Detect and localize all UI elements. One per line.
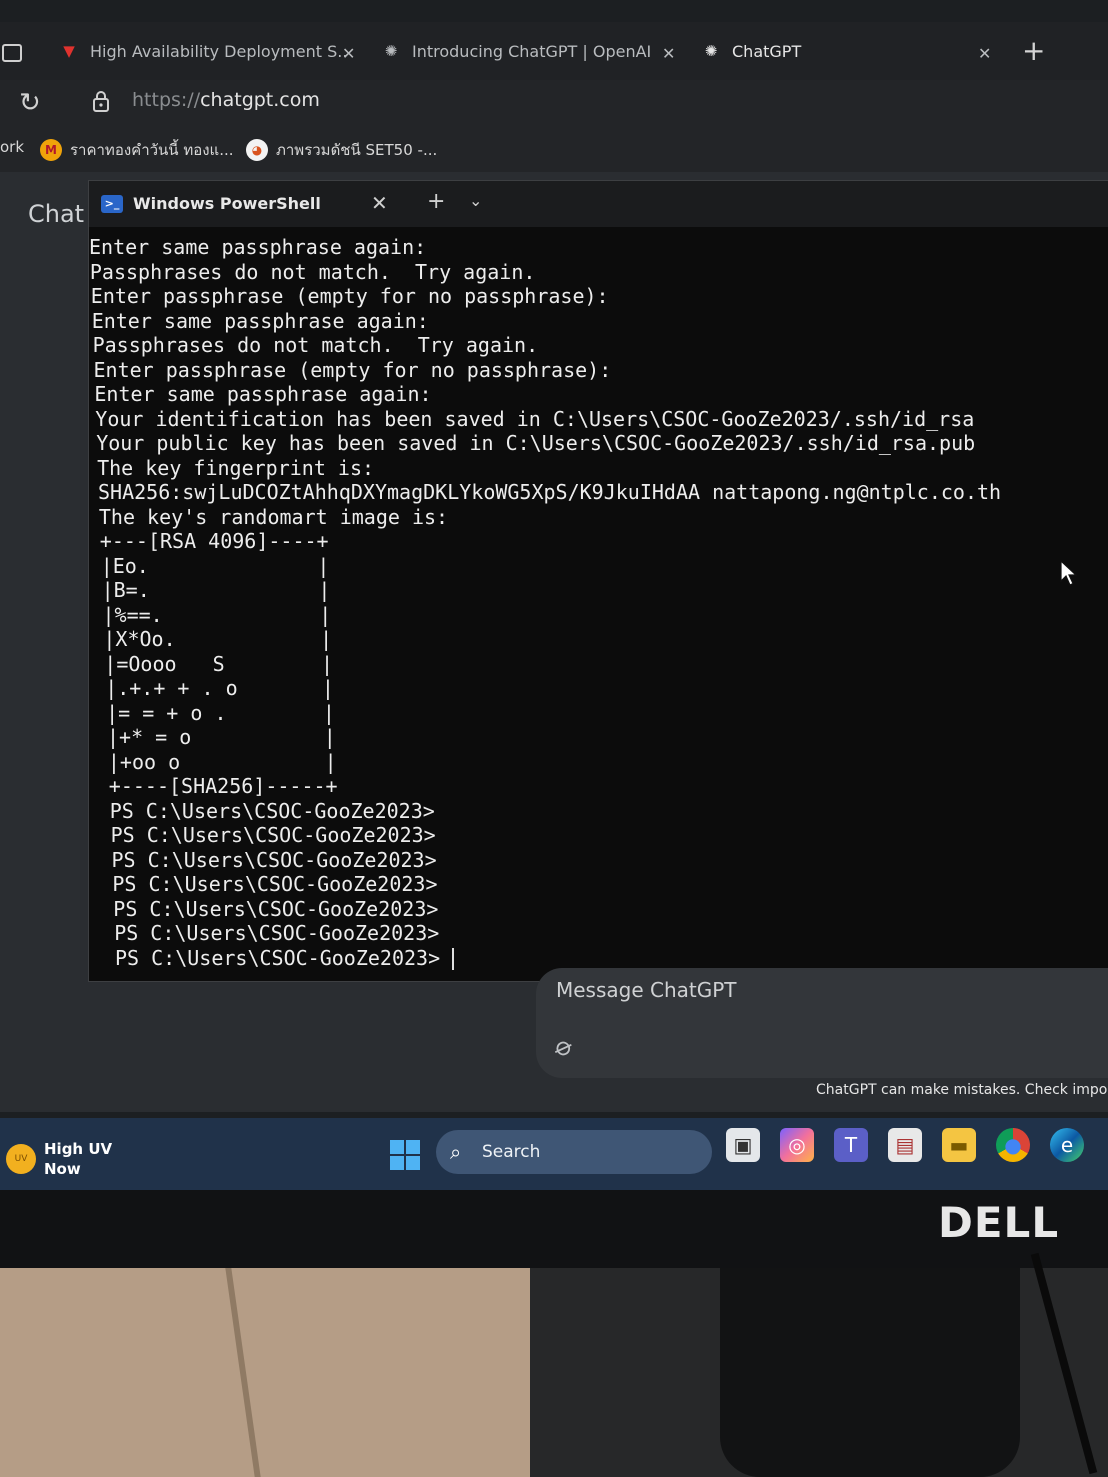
openai-icon: ✺ <box>704 42 718 60</box>
terminal-output[interactable]: Enter same passphrase again: Passphrases … <box>89 235 1001 970</box>
close-tab-icon[interactable]: ✕ <box>978 38 991 68</box>
tab-chatgpt[interactable]: ✺ ChatGPT <box>700 36 802 66</box>
terminal-line: Enter same passphrase again: <box>94 382 432 406</box>
bookmark-set50[interactable]: ◕ ภาพรวมดัชนี SET50 -... <box>246 138 437 162</box>
bookmark-work[interactable]: ork <box>0 138 24 156</box>
terminal-line: |X*Oo. | <box>103 627 333 651</box>
copilot-icon[interactable]: ◎ <box>780 1128 814 1162</box>
start-tile <box>390 1140 404 1154</box>
close-tab-icon[interactable]: ✕ <box>342 38 355 68</box>
bookmark-label: ราคาทองคำวันนี้ ทองแ... <box>70 141 234 159</box>
bookmark-label: ork <box>0 138 25 156</box>
window-menu-icon[interactable] <box>2 44 22 62</box>
chrome-icon[interactable]: ● <box>996 1128 1030 1162</box>
terminal-line: +---[RSA 4096]----+ <box>99 529 329 553</box>
weather-sun-icon[interactable]: UV <box>6 1144 36 1174</box>
bookmark-label: ภาพรวมดัชนี SET50 -... <box>276 141 438 159</box>
tab-title: ChatGPT <box>732 41 802 61</box>
chat-sidebar-label: Chat <box>28 200 85 228</box>
search-icon: ⌕ <box>450 1140 462 1164</box>
terminal-line: |+* = o | <box>107 725 336 749</box>
terminal-line: |%==. | <box>102 602 332 627</box>
url-domain: chatgpt.com <box>200 89 320 111</box>
terminal-line: Your public key has been saved in C:\Use… <box>96 431 976 455</box>
terminal-line: |=Oooo S | <box>104 651 334 676</box>
text-cursor <box>452 948 455 970</box>
tab-high-availability[interactable]: ▼ High Availability Deployment S.. <box>58 36 347 66</box>
chevron-down-icon[interactable]: ⌄ <box>469 191 482 210</box>
terminal-tab-bar: >_ Windows PowerShell ✕ + ⌄ <box>89 181 1108 227</box>
powershell-icon: >_ <box>101 195 123 213</box>
tab-introducing-chatgpt[interactable]: ✺ Introducing ChatGPT | OpenAI <box>380 36 652 66</box>
terminal-line: PS C:\Users\CSOC-GooZe2023> <box>113 896 439 921</box>
terminal-line: |+oo o | <box>107 749 337 774</box>
close-tab-icon[interactable]: ✕ <box>662 38 675 68</box>
terminal-line: Enter same passphrase again: <box>89 235 427 259</box>
reload-icon[interactable]: ↻ <box>19 88 41 118</box>
yellow-circle-icon: M <box>40 139 62 161</box>
monitor-stand <box>720 1268 1020 1477</box>
start-tile <box>390 1156 404 1170</box>
terminal-line: PS C:\Users\CSOC-GooZe2023> <box>110 823 436 847</box>
terminal-line: Enter passphrase (empty for no passphras… <box>90 284 609 308</box>
red-bird-icon: ▼ <box>63 42 75 60</box>
file-explorer-icon[interactable]: ▬ <box>942 1128 976 1162</box>
message-input-placeholder[interactable]: Message ChatGPT <box>556 978 737 1002</box>
bookmark-gold-price[interactable]: M ราคาทองคำวันนี้ ทองแ... <box>40 138 234 162</box>
terminal-line: |.+.+ + . o | <box>105 676 334 700</box>
terminal-line: The key's randomart image is: <box>98 504 449 529</box>
terminal-line: PS C:\Users\CSOC-GooZe2023> <box>112 872 438 896</box>
openai-icon: ✺ <box>384 42 398 60</box>
set-logo-icon: ◕ <box>246 139 268 161</box>
terminal-line: Enter same passphrase again: <box>91 308 429 333</box>
terminal-line: |= = + o . | <box>106 700 335 725</box>
search-label[interactable]: Search <box>482 1142 540 1162</box>
edge-icon[interactable]: e <box>1050 1128 1084 1162</box>
start-button[interactable] <box>390 1140 420 1170</box>
photos-icon[interactable]: ▤ <box>888 1128 922 1162</box>
terminal-line: Passphrases do not match. Try again. <box>89 259 536 284</box>
terminal-line: PS C:\Users\CSOC-GooZe2023> <box>111 847 437 872</box>
weather-icon-text: UV <box>14 1154 28 1164</box>
start-tile <box>406 1156 420 1170</box>
close-terminal-tab-icon[interactable]: ✕ <box>371 191 388 215</box>
new-tab-icon[interactable]: + <box>1022 34 1045 67</box>
task-view-icon[interactable]: ▣ <box>726 1128 760 1162</box>
url-field[interactable]: https://chatgpt.com <box>132 89 320 111</box>
start-tile <box>406 1140 420 1154</box>
dell-logo: DELL <box>938 1198 1060 1247</box>
terminal-line: |Eo. | <box>100 553 330 578</box>
weather-time[interactable]: Now <box>44 1160 81 1178</box>
taskbar-search[interactable] <box>436 1130 712 1174</box>
url-protocol: https:// <box>132 89 201 111</box>
tab-title: High Availability Deployment S.. <box>90 41 348 61</box>
terminal-line: +----[SHA256]-----+ <box>108 774 338 798</box>
disclaimer-text: ChatGPT can make mistakes. Check importa… <box>816 1082 1108 1098</box>
tab-title: Introducing ChatGPT | OpenAI <box>412 41 652 61</box>
terminal-line: Passphrases do not match. Try again. <box>92 333 539 357</box>
desk-surface <box>0 1268 530 1477</box>
terminal-line: Enter passphrase (empty for no passphras… <box>93 357 612 382</box>
teams-icon[interactable]: T <box>834 1128 868 1162</box>
terminal-line: PS C:\Users\CSOC-GooZe2023> <box>89 946 1001 970</box>
new-terminal-tab-icon[interactable]: + <box>427 189 445 214</box>
terminal-line: PS C:\Users\CSOC-GooZe2023> <box>109 798 435 823</box>
mouse-pointer-icon <box>1060 560 1078 586</box>
terminal-line: |B=. | <box>101 578 331 602</box>
terminal-line: PS C:\Users\CSOC-GooZe2023> <box>114 921 440 945</box>
terminal-tab-title[interactable]: Windows PowerShell <box>133 194 321 213</box>
terminal-line: SHA256:swjLuDCOZtAhhqDXYmagDKLYkoWG5XpS/… <box>98 480 1002 504</box>
lock-icon[interactable] <box>92 90 110 112</box>
powershell-window[interactable]: >_ Windows PowerShell ✕ + ⌄ Enter same p… <box>88 180 1108 982</box>
weather-status[interactable]: High UV <box>44 1140 112 1158</box>
terminal-line: Your identification has been saved in C:… <box>95 406 975 431</box>
monitor-screen: ▼ High Availability Deployment S.. ✕ ✺ I… <box>0 0 1108 1190</box>
terminal-line: The key fingerprint is: <box>97 455 375 480</box>
